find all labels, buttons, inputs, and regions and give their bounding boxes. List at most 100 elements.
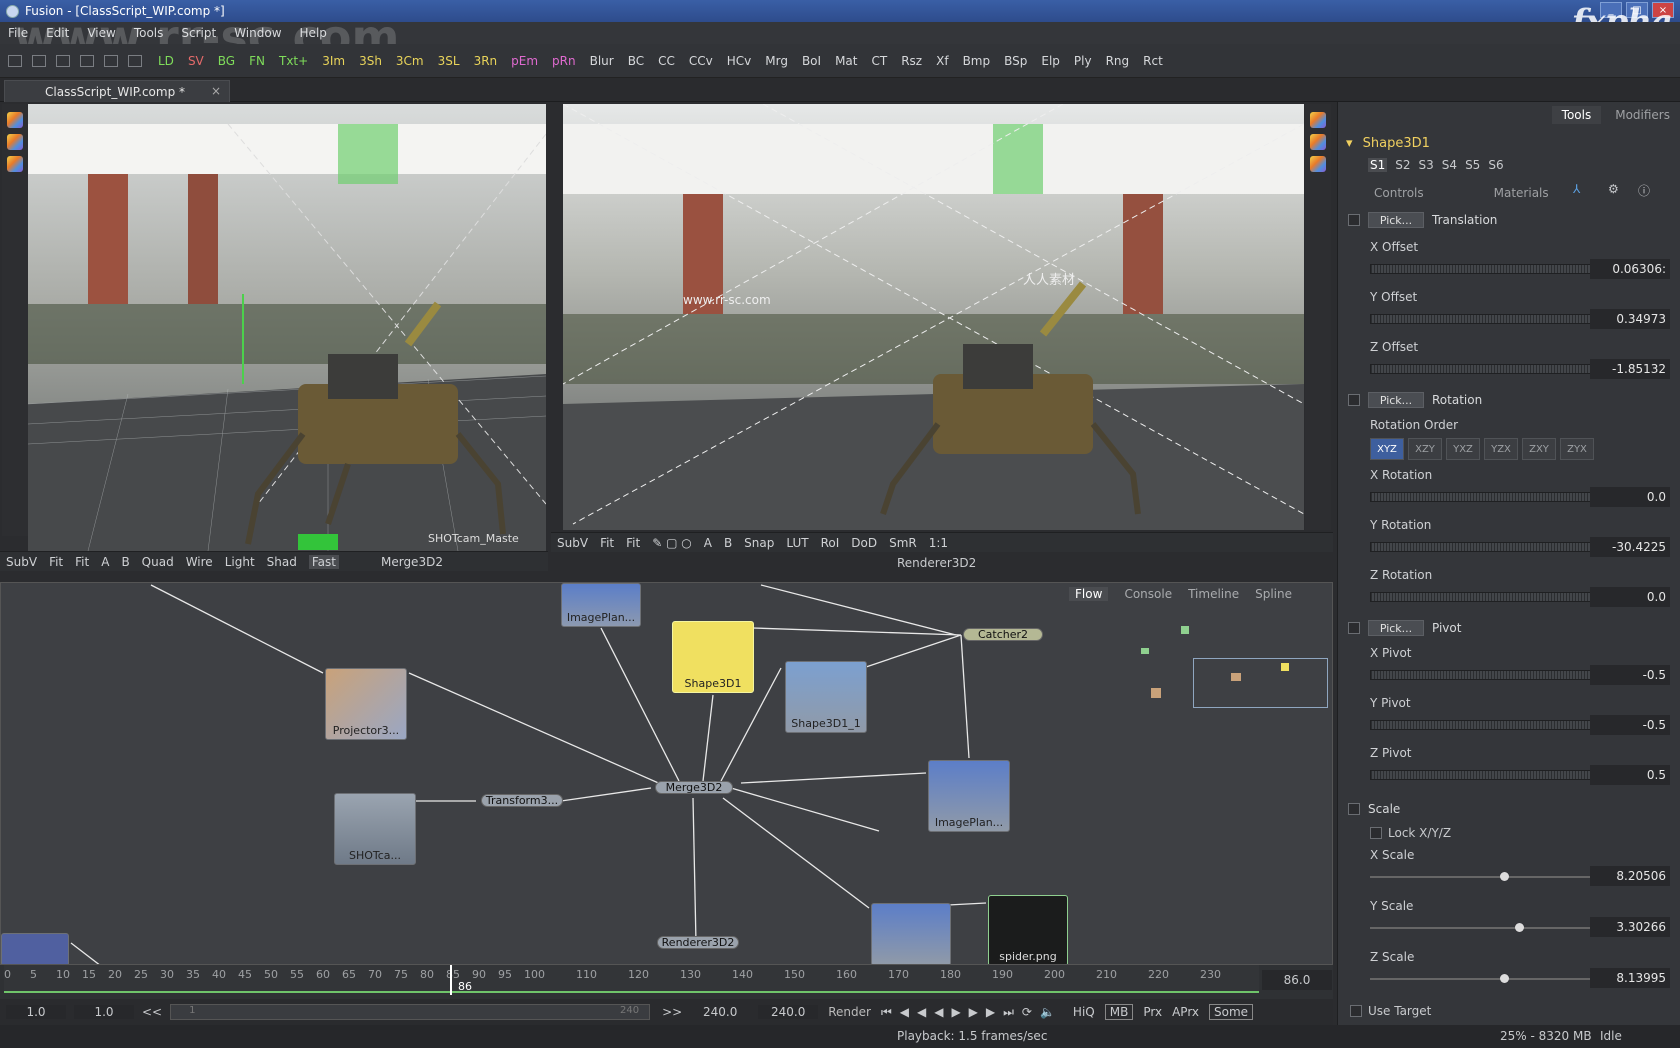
slot-s5[interactable]: S5 [1465, 158, 1480, 172]
subv-button[interactable]: SubV [6, 555, 37, 569]
layout-icon[interactable] [8, 54, 22, 67]
z-offset-field[interactable]: -1.85132 [1590, 359, 1670, 379]
collapse-toggle[interactable] [1348, 622, 1360, 634]
translation-header[interactable]: Pick... Translation [1348, 212, 1497, 228]
3d-view-icon[interactable] [7, 112, 23, 128]
slider-handle[interactable] [1500, 872, 1509, 881]
tool-bmp-button[interactable]: Bmp [963, 54, 991, 68]
roi-button[interactable]: RoI [821, 536, 840, 550]
render-button[interactable]: Render [828, 1005, 871, 1019]
b-button[interactable]: B [121, 555, 129, 569]
b-button[interactable]: B [724, 536, 732, 550]
slot-s1[interactable]: S1 [1368, 158, 1388, 172]
some-button[interactable]: Some [1209, 1004, 1254, 1020]
3d-view-icon[interactable] [7, 156, 23, 172]
order-xyz[interactable]: XYZ [1370, 438, 1404, 460]
y-scale-slider[interactable] [1370, 923, 1592, 932]
tool-rct-button[interactable]: Rct [1143, 54, 1163, 68]
slot-s6[interactable]: S6 [1488, 158, 1503, 172]
info-icon[interactable]: ⓘ [1638, 182, 1650, 199]
use-target-row[interactable]: Use Target [1350, 1004, 1431, 1018]
tool-elp-button[interactable]: Elp [1041, 54, 1060, 68]
render-start-field[interactable]: 1.0 [74, 1005, 134, 1019]
flow-navigator[interactable] [1131, 618, 1331, 738]
tool-sv-button[interactable]: SV [188, 54, 204, 68]
z-rotation-field[interactable]: 0.0 [1590, 587, 1670, 607]
collapse-toggle[interactable] [1348, 214, 1360, 226]
layout-icon[interactable] [80, 54, 94, 67]
node-renderer3d2[interactable]: Renderer3D2 [657, 936, 739, 949]
node-transform[interactable]: Transform3... [481, 794, 563, 807]
global-start-field[interactable]: 1.0 [6, 1005, 66, 1019]
slider-handle[interactable] [1515, 923, 1524, 932]
node-shape3d1-1[interactable]: Shape3D1_1 [785, 661, 867, 733]
rotation-header[interactable]: Pick... Rotation [1348, 392, 1482, 408]
use-target-checkbox[interactable] [1350, 1005, 1362, 1017]
tool-ccv-button[interactable]: CCv [689, 54, 713, 68]
a-button[interactable]: A [101, 555, 109, 569]
viewer-right[interactable]: www.rr-sc.com 人人素材 [563, 104, 1304, 530]
node-blue-bottom-left[interactable] [1, 933, 69, 964]
x-scale-field[interactable]: 8.20506 [1590, 866, 1670, 886]
tools-icon[interactable]: ✎ ▢ ○ [652, 536, 692, 550]
fit-button[interactable]: Fit [75, 555, 89, 569]
tool-boi-button[interactable]: BoI [802, 54, 821, 68]
tool-mat-button[interactable]: Mat [835, 54, 857, 68]
slot-s3[interactable]: S3 [1419, 158, 1434, 172]
pick-button[interactable]: Pick... [1368, 620, 1424, 636]
save-icon[interactable] [128, 54, 142, 67]
transform-icon[interactable]: ⅄ [1573, 182, 1580, 196]
slider-handle[interactable] [1500, 974, 1509, 983]
collapse-toggle[interactable] [1348, 803, 1360, 815]
tool-cc-button[interactable]: CC [658, 54, 675, 68]
3d-view-icon[interactable] [1310, 134, 1326, 150]
shad-button[interactable]: Shad [267, 555, 297, 569]
lock-xyz-checkbox[interactable] [1370, 827, 1382, 839]
3d-view-icon[interactable] [1310, 112, 1326, 128]
tool-rsz-button[interactable]: Rsz [901, 54, 922, 68]
pivot-header[interactable]: Pick... Pivot [1348, 620, 1461, 636]
node-imageplane-bottom[interactable] [871, 903, 951, 964]
flow-editor[interactable]: Flow Console Timeline Spline ImagePlan..… [0, 582, 1333, 965]
y-pivot-slider[interactable] [1370, 720, 1592, 730]
z-offset-slider[interactable] [1370, 364, 1592, 374]
aprx-button[interactable]: APrx [1172, 1005, 1199, 1019]
tool-3im-button[interactable]: 3Im [322, 54, 345, 68]
layout-icon[interactable] [32, 54, 46, 67]
tool-fn-button[interactable]: FN [249, 54, 265, 68]
pick-button[interactable]: Pick... [1368, 212, 1424, 228]
y-rotation-field[interactable]: -30.4225 [1590, 537, 1670, 557]
dod-button[interactable]: DoD [851, 536, 877, 550]
a-button[interactable]: A [704, 536, 712, 550]
tool-header[interactable]: ▾ Shape3D1 [1346, 136, 1430, 151]
z-scale-slider[interactable] [1370, 974, 1592, 983]
snap-button[interactable]: Snap [744, 536, 774, 550]
render-end-field[interactable]: 240.0 [690, 1005, 750, 1019]
range-scrubber[interactable]: 1 240 [170, 1004, 651, 1020]
tool-blur-button[interactable]: Blur [590, 54, 614, 68]
node-projector[interactable]: Projector3... [325, 668, 407, 740]
time-ruler[interactable]: 0 5 10 15 20 25 30 35 40 45 50 55 60 65 70 75 80 85 90 95 10… [4, 965, 1259, 993]
tool-xf-button[interactable]: Xf [936, 54, 948, 68]
z-rotation-slider[interactable] [1370, 592, 1592, 602]
tool-ld-button[interactable]: LD [158, 54, 174, 68]
x-rotation-slider[interactable] [1370, 492, 1592, 502]
x-offset-field[interactable]: 0.06306: [1590, 259, 1670, 279]
order-yxz[interactable]: YXZ [1446, 438, 1480, 460]
tool-3sl-button[interactable]: 3SL [438, 54, 460, 68]
node-shotcam[interactable]: SHOTca... [334, 793, 416, 865]
y-rotation-slider[interactable] [1370, 542, 1592, 552]
y-pivot-field[interactable]: -0.5 [1590, 715, 1670, 735]
tab-materials[interactable]: Materials [1494, 186, 1549, 200]
end-frame-field[interactable]: 86.0 [1262, 970, 1332, 990]
z-scale-field[interactable]: 8.13995 [1590, 968, 1670, 988]
node-shape3d1[interactable]: Shape3D1 [672, 621, 754, 693]
fit-button[interactable]: Fit [49, 555, 63, 569]
x-scale-slider[interactable] [1370, 872, 1592, 881]
y-offset-slider[interactable] [1370, 314, 1592, 324]
scale-header[interactable]: Scale [1348, 802, 1400, 816]
global-end-field[interactable]: 240.0 [758, 1005, 819, 1019]
order-yzx[interactable]: YZX [1484, 438, 1518, 460]
fast-button[interactable]: Fast [308, 554, 339, 569]
order-xzy[interactable]: XZY [1408, 438, 1442, 460]
